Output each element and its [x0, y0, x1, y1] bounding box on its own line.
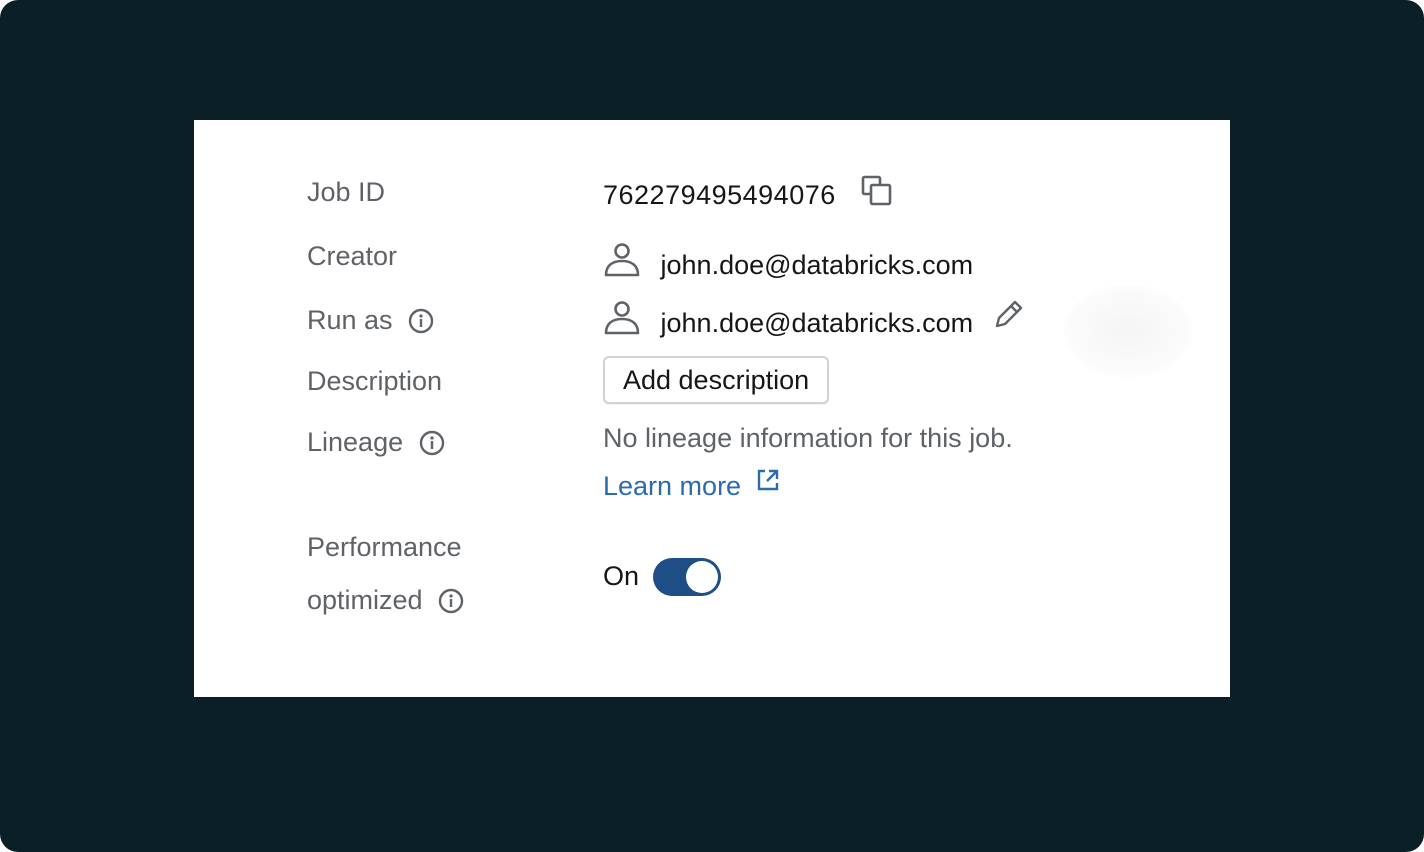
info-icon[interactable] — [438, 588, 464, 614]
toggle-knob — [686, 561, 718, 593]
copy-icon[interactable] — [860, 174, 894, 215]
external-link-icon — [755, 467, 781, 500]
add-description-button[interactable]: Add description — [603, 356, 830, 404]
pencil-icon[interactable] — [991, 298, 1025, 339]
creator-value: john.doe@databricks.com — [603, 243, 974, 289]
toggle-state-label: On — [603, 561, 640, 591]
info-icon[interactable] — [408, 308, 434, 334]
job-details-panel: Job ID 762279495494076 Creator john.doe@… — [194, 120, 1230, 697]
performance-label-line2: optimized — [307, 585, 423, 615]
lineage-label: Lineage — [307, 426, 444, 458]
job-id-text: 762279495494076 — [603, 179, 836, 210]
background-smudge — [1064, 285, 1192, 377]
creator-label: Creator — [307, 241, 398, 271]
learn-more-link[interactable]: Learn more — [603, 467, 781, 505]
run-as-label-text: Run as — [307, 305, 393, 335]
run-as-value: john.doe@databricks.com — [603, 300, 1025, 347]
job-id-label: Job ID — [307, 177, 386, 207]
learn-more-text: Learn more — [603, 471, 742, 501]
app-frame: Job ID 762279495494076 Creator john.doe@… — [0, 0, 1424, 852]
lineage-message: No lineage information for this job. — [603, 423, 1013, 453]
creator-email: john.doe@databricks.com — [660, 249, 974, 280]
lineage-label-text: Lineage — [307, 427, 404, 457]
performance-label-line1: Performance — [307, 532, 462, 562]
job-id-value: 762279495494076 — [603, 174, 894, 217]
run-as-email: john.doe@databricks.com — [660, 307, 974, 338]
user-icon — [603, 298, 641, 343]
run-as-label: Run as — [307, 304, 434, 336]
performance-toggle[interactable] — [653, 558, 721, 596]
info-icon[interactable] — [419, 430, 444, 456]
performance-label-line2-row: optimized — [307, 584, 464, 616]
description-label: Description — [307, 366, 443, 396]
user-icon — [603, 240, 641, 285]
